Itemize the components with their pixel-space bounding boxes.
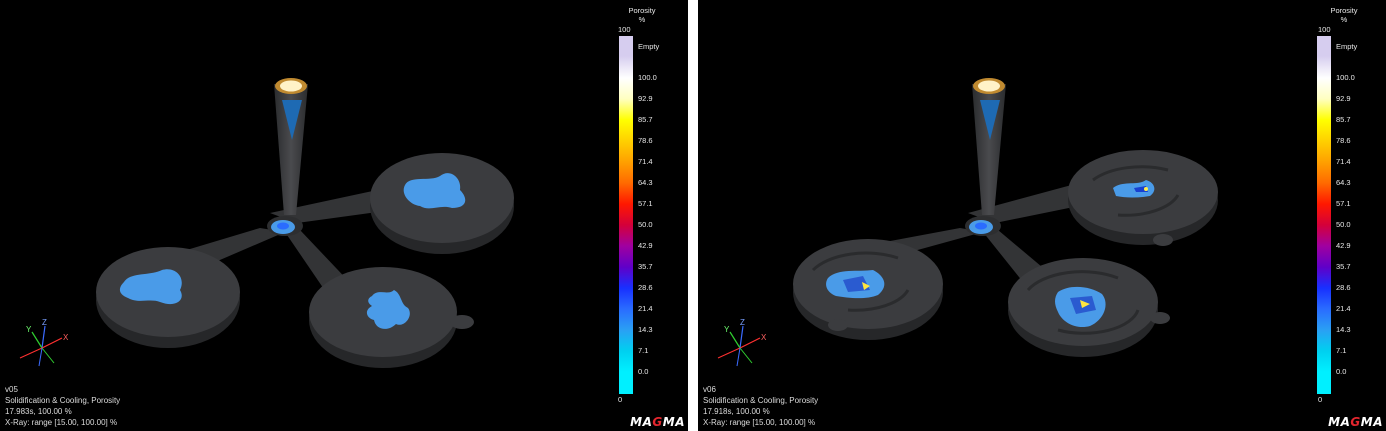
time-label: 17.983s, 100.00 %	[5, 407, 72, 416]
legend-tick-label: 64.3	[638, 178, 653, 187]
axis-z-label: Z	[42, 318, 47, 327]
color-scale-bar	[619, 36, 633, 394]
axis-z-label: Z	[740, 318, 745, 327]
orientation-triad: Z X Y	[717, 318, 767, 367]
version-label: v05	[5, 385, 18, 394]
axis-y-label: Y	[724, 325, 730, 334]
viewport-left[interactable]: Z X Y Porosity % 100 Empty 0 v05 Solidif…	[0, 0, 688, 431]
legend-tick-label: 14.3	[638, 325, 653, 334]
legend-tick-label: 50.0	[638, 220, 653, 229]
legend-title-line1: Porosity	[1330, 6, 1358, 15]
legend-tick-label: 7.1	[638, 346, 649, 355]
legend-bottom-value: 0	[1318, 395, 1323, 404]
legend-title-unit: %	[638, 15, 646, 24]
legend-top-value: 100	[1318, 25, 1331, 34]
legend-tick-label: 42.9	[638, 241, 653, 250]
legend-title-line1: Porosity	[628, 6, 656, 15]
color-scale-bar	[1317, 36, 1331, 394]
axis-y-label: Y	[26, 325, 32, 334]
legend-tick-label: 92.9	[1336, 94, 1351, 103]
magma-logo: MAGMA	[630, 415, 685, 429]
legend-tick-label: 28.6	[638, 283, 653, 292]
time-label: 17.918s, 100.00 %	[703, 407, 770, 416]
legend-tick-label: 57.1	[1336, 199, 1351, 208]
axis-x-label: X	[63, 333, 69, 342]
legend-tick-label: 78.6	[1336, 136, 1351, 145]
module-label: Solidification & Cooling, Porosity	[5, 396, 121, 405]
legend-tick-label: 85.7	[638, 115, 653, 124]
legend-tick-label: 100.0	[1336, 73, 1355, 82]
legend-title: Porosity %	[1324, 6, 1364, 24]
legend-tick-label: 28.6	[1336, 283, 1351, 292]
legend-tick-label: 85.7	[1336, 115, 1351, 124]
legend-tick-label: 92.9	[638, 94, 653, 103]
legend-tick-label: 71.4	[1336, 157, 1351, 166]
legend-tick-label: 7.1	[1336, 346, 1347, 355]
module-label: Solidification & Cooling, Porosity	[703, 396, 819, 405]
legend-bottom-value: 0	[618, 395, 623, 404]
legend-tick-label: 21.4	[1336, 304, 1351, 313]
viewport-right[interactable]: Z X Y Porosity % 100 Empty 0 v06 Solidif…	[698, 0, 1386, 431]
version-label: v06	[703, 385, 716, 394]
legend-tick-label: 21.4	[638, 304, 653, 313]
legend-tick-label: 71.4	[638, 157, 653, 166]
axis-x-label: X	[761, 333, 767, 342]
legend-tick-label: 57.1	[638, 199, 653, 208]
legend-tick-label: 50.0	[1336, 220, 1351, 229]
legend-empty-label: Empty	[638, 42, 660, 51]
legend-tick-label: 14.3	[1336, 325, 1351, 334]
legend-title: Porosity %	[622, 6, 662, 24]
legend-tick-label: 42.9	[1336, 241, 1351, 250]
casting-render-v06	[793, 78, 1218, 357]
legend-tick-label: 100.0	[638, 73, 657, 82]
casting-render-v05	[96, 78, 514, 368]
legend-top-value: 100	[618, 25, 631, 34]
legend-tick-label: 78.6	[638, 136, 653, 145]
legend-tick-label: 35.7	[1336, 262, 1351, 271]
legend-tick-label: 0.0	[638, 367, 649, 376]
xray-label: X-Ray: range [15.00, 100.00] %	[5, 418, 118, 427]
xray-label: X-Ray: range [15.00, 100.00] %	[703, 418, 816, 427]
orientation-triad: Z X Y	[19, 318, 69, 367]
legend-tick-label: 35.7	[638, 262, 653, 271]
legend-tick-label: 64.3	[1336, 178, 1351, 187]
legend-empty-label: Empty	[1336, 42, 1358, 51]
legend-tick-label: 0.0	[1336, 367, 1347, 376]
magma-logo: MAGMA	[1328, 415, 1383, 429]
legend-title-unit: %	[1340, 15, 1348, 24]
